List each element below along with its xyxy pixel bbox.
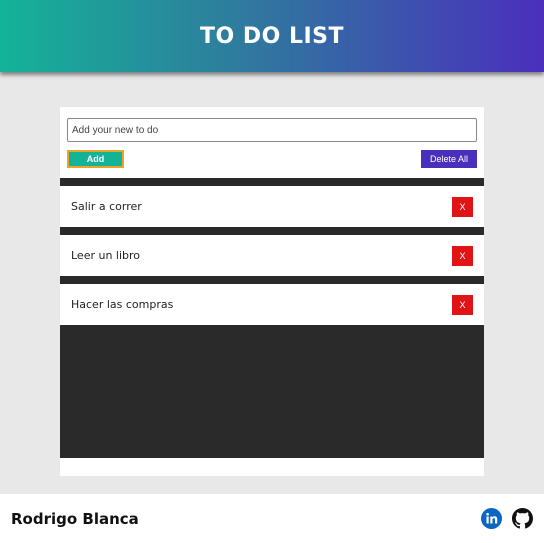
app-header: TO DO LIST (0, 0, 544, 72)
todo-item-text: Salir a correr (71, 200, 142, 213)
todo-input[interactable] (67, 118, 477, 142)
add-button[interactable]: Add (67, 150, 124, 168)
page-title: TO DO LIST (199, 23, 345, 49)
author-name: Rodrigo Blanca (11, 510, 139, 528)
todo-list: Salir a correr X Leer un libro X Hacer l… (60, 178, 484, 458)
delete-todo-button[interactable]: X (452, 245, 473, 266)
todo-item-text: Hacer las compras (71, 298, 174, 311)
todo-item-text: Leer un libro (71, 249, 141, 262)
todo-card: Add Delete All Salir a correr X Leer un … (60, 107, 484, 476)
todo-item: Hacer las compras X (60, 284, 484, 325)
page-footer: Rodrigo Blanca (0, 494, 544, 543)
todo-item: Salir a correr X (60, 186, 484, 227)
github-icon[interactable] (512, 508, 533, 529)
delete-todo-button[interactable]: X (452, 196, 473, 217)
todo-item: Leer un libro X (60, 235, 484, 276)
delete-all-button[interactable]: Delete All (421, 150, 477, 168)
delete-todo-button[interactable]: X (452, 294, 473, 315)
linkedin-icon[interactable] (481, 508, 502, 529)
